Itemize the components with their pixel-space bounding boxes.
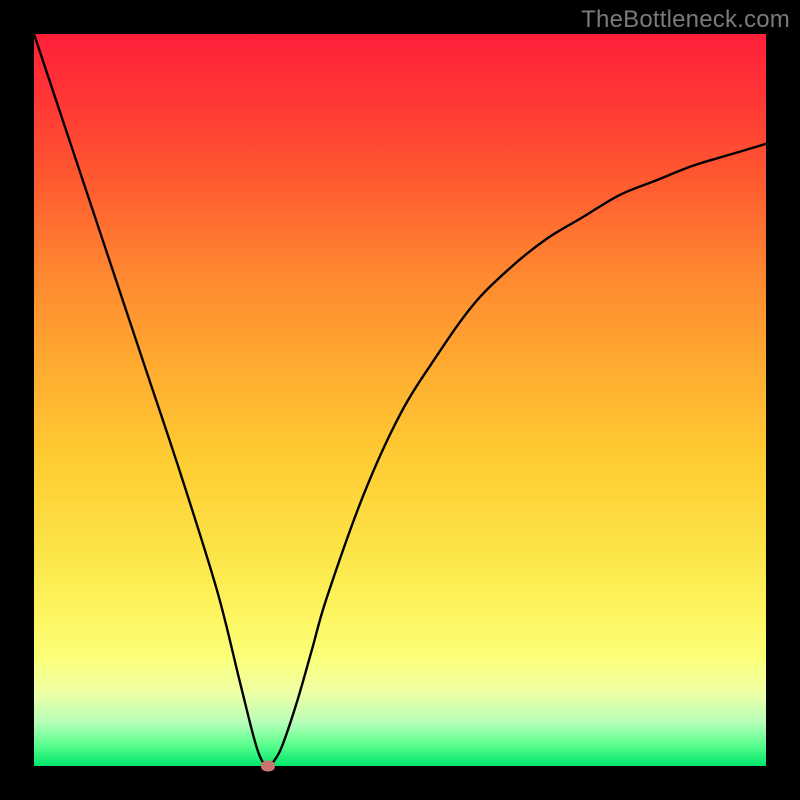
minimum-marker <box>261 761 275 772</box>
plot-area <box>34 34 766 766</box>
chart-frame: TheBottleneck.com <box>0 0 800 800</box>
bottleneck-curve <box>34 34 766 766</box>
watermark-text: TheBottleneck.com <box>581 6 790 34</box>
